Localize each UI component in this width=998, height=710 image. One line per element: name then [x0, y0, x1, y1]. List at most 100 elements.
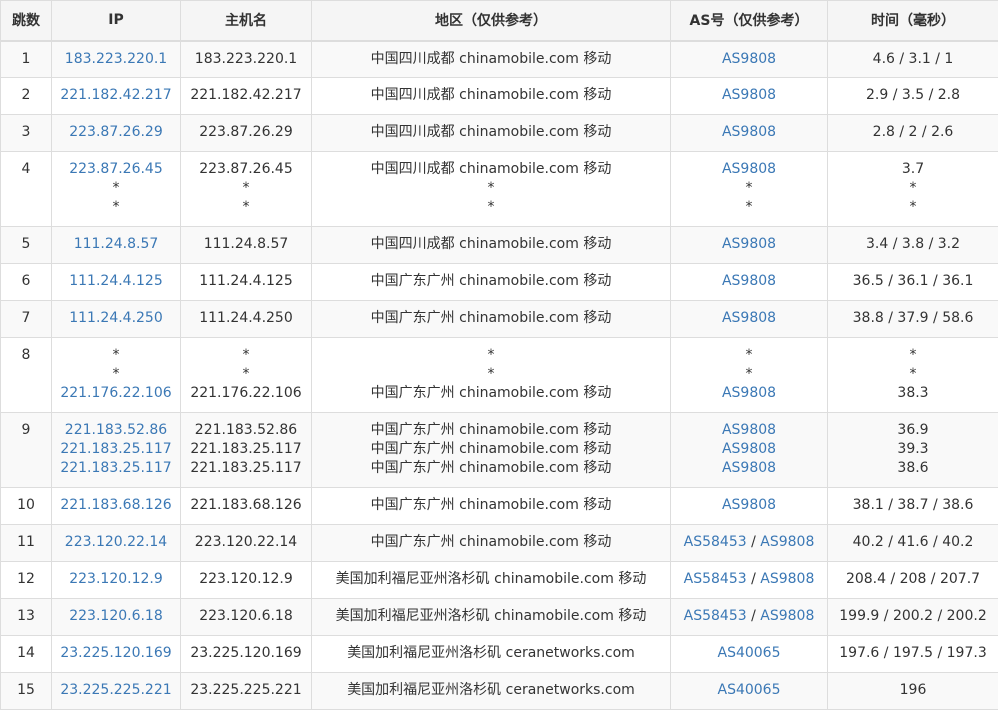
region-text: 中国四川成都 chinamobile.com 移动 [316, 235, 666, 254]
as-link[interactable]: AS58453 [684, 608, 747, 624]
hostname-cell: 223.87.26.45** [181, 152, 312, 227]
ip-link[interactable]: 111.24.4.250 [56, 309, 176, 328]
hostname-cell: 221.183.68.126 [181, 488, 312, 525]
as-timeout: * [746, 199, 753, 215]
header-region: 地区（仅供参考） [312, 1, 671, 41]
time-cell: 197.6 / 197.5 / 197.3 [828, 636, 998, 673]
time-text: 36.9 [832, 421, 994, 440]
hostname-cell: 223.120.6.18 [181, 599, 312, 636]
as-link[interactable]: AS9808 [722, 236, 776, 252]
as-link[interactable]: AS40065 [718, 682, 781, 698]
as-cell: AS9808 [671, 301, 828, 338]
as-line: AS58453 / AS9808 [675, 607, 823, 626]
ip-link[interactable]: 111.24.8.57 [56, 235, 176, 254]
hostname-text: 221.176.22.106 [185, 384, 307, 403]
ip-link[interactable]: 223.87.26.29 [56, 123, 176, 142]
as-cell: AS9808** [671, 152, 828, 227]
header-ip: IP [52, 1, 181, 41]
as-link[interactable]: AS58453 [684, 534, 747, 550]
hop-cell: 10 [1, 488, 52, 525]
time-cell: 208.4 / 208 / 207.7 [828, 562, 998, 599]
as-line: AS9808 [675, 235, 823, 254]
hop-number: 14 [17, 645, 35, 661]
ip-link[interactable]: 111.24.4.125 [56, 272, 176, 291]
region-cell: 中国四川成都 chinamobile.com 移动 [312, 78, 671, 115]
region-text: 中国四川成都 chinamobile.com 移动 [316, 160, 666, 179]
time-text: 38.3 [832, 384, 994, 403]
time-text: 40.2 / 41.6 / 40.2 [832, 533, 994, 552]
as-cell: AS58453 / AS9808 [671, 562, 828, 599]
hostname-text: 221.183.68.126 [185, 496, 307, 515]
time-cell: 40.2 / 41.6 / 40.2 [828, 525, 998, 562]
hop-number: 2 [22, 87, 31, 103]
time-text: 3.4 / 3.8 / 3.2 [832, 235, 994, 254]
ip-link[interactable]: 23.225.225.221 [56, 681, 176, 700]
time-text: * [832, 365, 994, 384]
hostname-cell: 221.182.42.217 [181, 78, 312, 115]
hostname-text: * [185, 179, 307, 198]
hop-number: 3 [22, 124, 31, 140]
ip-cell: 111.24.8.57 [52, 227, 181, 264]
as-link[interactable]: AS9808 [722, 460, 776, 476]
time-cell: 4.6 / 3.1 / 1 [828, 41, 998, 78]
time-text: * [832, 198, 994, 217]
ip-link[interactable]: 183.223.220.1 [56, 50, 176, 69]
as-link[interactable]: AS9808 [722, 497, 776, 513]
region-cell: 美国加利福尼亚州洛杉矶 chinamobile.com 移动 [312, 562, 671, 599]
ip-link[interactable]: 221.183.68.126 [56, 496, 176, 515]
region-text: 中国广东广州 chinamobile.com 移动 [316, 459, 666, 478]
ip-link[interactable]: 221.183.52.86 [56, 421, 176, 440]
as-line: AS9808 [675, 384, 823, 403]
hostname-cell: 223.87.26.29 [181, 115, 312, 152]
as-link[interactable]: AS9808 [722, 273, 776, 289]
ip-link[interactable]: 223.120.12.9 [56, 570, 176, 589]
ip-link[interactable]: 223.120.6.18 [56, 607, 176, 626]
as-link[interactable]: AS9808 [722, 385, 776, 401]
as-link[interactable]: AS9808 [760, 571, 814, 587]
as-link[interactable]: AS9808 [722, 124, 776, 140]
ip-cell: 223.120.12.9 [52, 562, 181, 599]
hostname-text: 221.182.42.217 [185, 86, 307, 105]
hop-cell: 9 [1, 413, 52, 488]
region-text: 中国四川成都 chinamobile.com 移动 [316, 123, 666, 142]
as-link[interactable]: AS58453 [684, 571, 747, 587]
hop-cell: 12 [1, 562, 52, 599]
time-text: 36.5 / 36.1 / 36.1 [832, 272, 994, 291]
time-cell: 2.8 / 2 / 2.6 [828, 115, 998, 152]
ip-link[interactable]: 221.183.25.117 [56, 459, 176, 478]
ip-link[interactable]: 221.182.42.217 [56, 86, 176, 105]
as-link[interactable]: AS9808 [760, 534, 814, 550]
time-cell: 36.939.338.6 [828, 413, 998, 488]
table-row: 5111.24.8.57111.24.8.57中国四川成都 chinamobil… [1, 227, 998, 264]
ip-link[interactable]: 221.183.25.117 [56, 440, 176, 459]
region-cell: 中国四川成都 chinamobile.com 移动** [312, 152, 671, 227]
as-link[interactable]: AS9808 [722, 51, 776, 67]
ip-link[interactable]: 223.87.26.45 [56, 160, 176, 179]
region-text: * [316, 365, 666, 384]
hostname-text: * [185, 365, 307, 384]
hostname-cell: 111.24.8.57 [181, 227, 312, 264]
region-text: 中国四川成都 chinamobile.com 移动 [316, 86, 666, 105]
as-link[interactable]: AS9808 [722, 441, 776, 457]
table-row: 1423.225.120.16923.225.120.169美国加利福尼亚州洛杉… [1, 636, 998, 673]
as-link[interactable]: AS40065 [718, 645, 781, 661]
region-text: 中国广东广州 chinamobile.com 移动 [316, 496, 666, 515]
ip-link[interactable]: 23.225.120.169 [56, 644, 176, 663]
ip-link[interactable]: 221.176.22.106 [56, 384, 176, 403]
ip-timeout: * [56, 365, 176, 384]
time-text: 39.3 [832, 440, 994, 459]
ip-cell: 221.183.52.86221.183.25.117221.183.25.11… [52, 413, 181, 488]
as-link[interactable]: AS9808 [760, 608, 814, 624]
as-line: AS9808 [675, 50, 823, 69]
as-link[interactable]: AS9808 [722, 161, 776, 177]
as-link[interactable]: AS9808 [722, 422, 776, 438]
as-link[interactable]: AS9808 [722, 87, 776, 103]
hostname-text: 223.87.26.29 [185, 123, 307, 142]
as-link[interactable]: AS9808 [722, 310, 776, 326]
hop-number: 4 [22, 161, 31, 177]
region-cell: 美国加利福尼亚州洛杉矶 ceranetworks.com [312, 636, 671, 673]
ip-cell: 23.225.120.169 [52, 636, 181, 673]
ip-link[interactable]: 223.120.22.14 [56, 533, 176, 552]
region-cell: 中国广东广州 chinamobile.com 移动 [312, 264, 671, 301]
hop-cell: 6 [1, 264, 52, 301]
